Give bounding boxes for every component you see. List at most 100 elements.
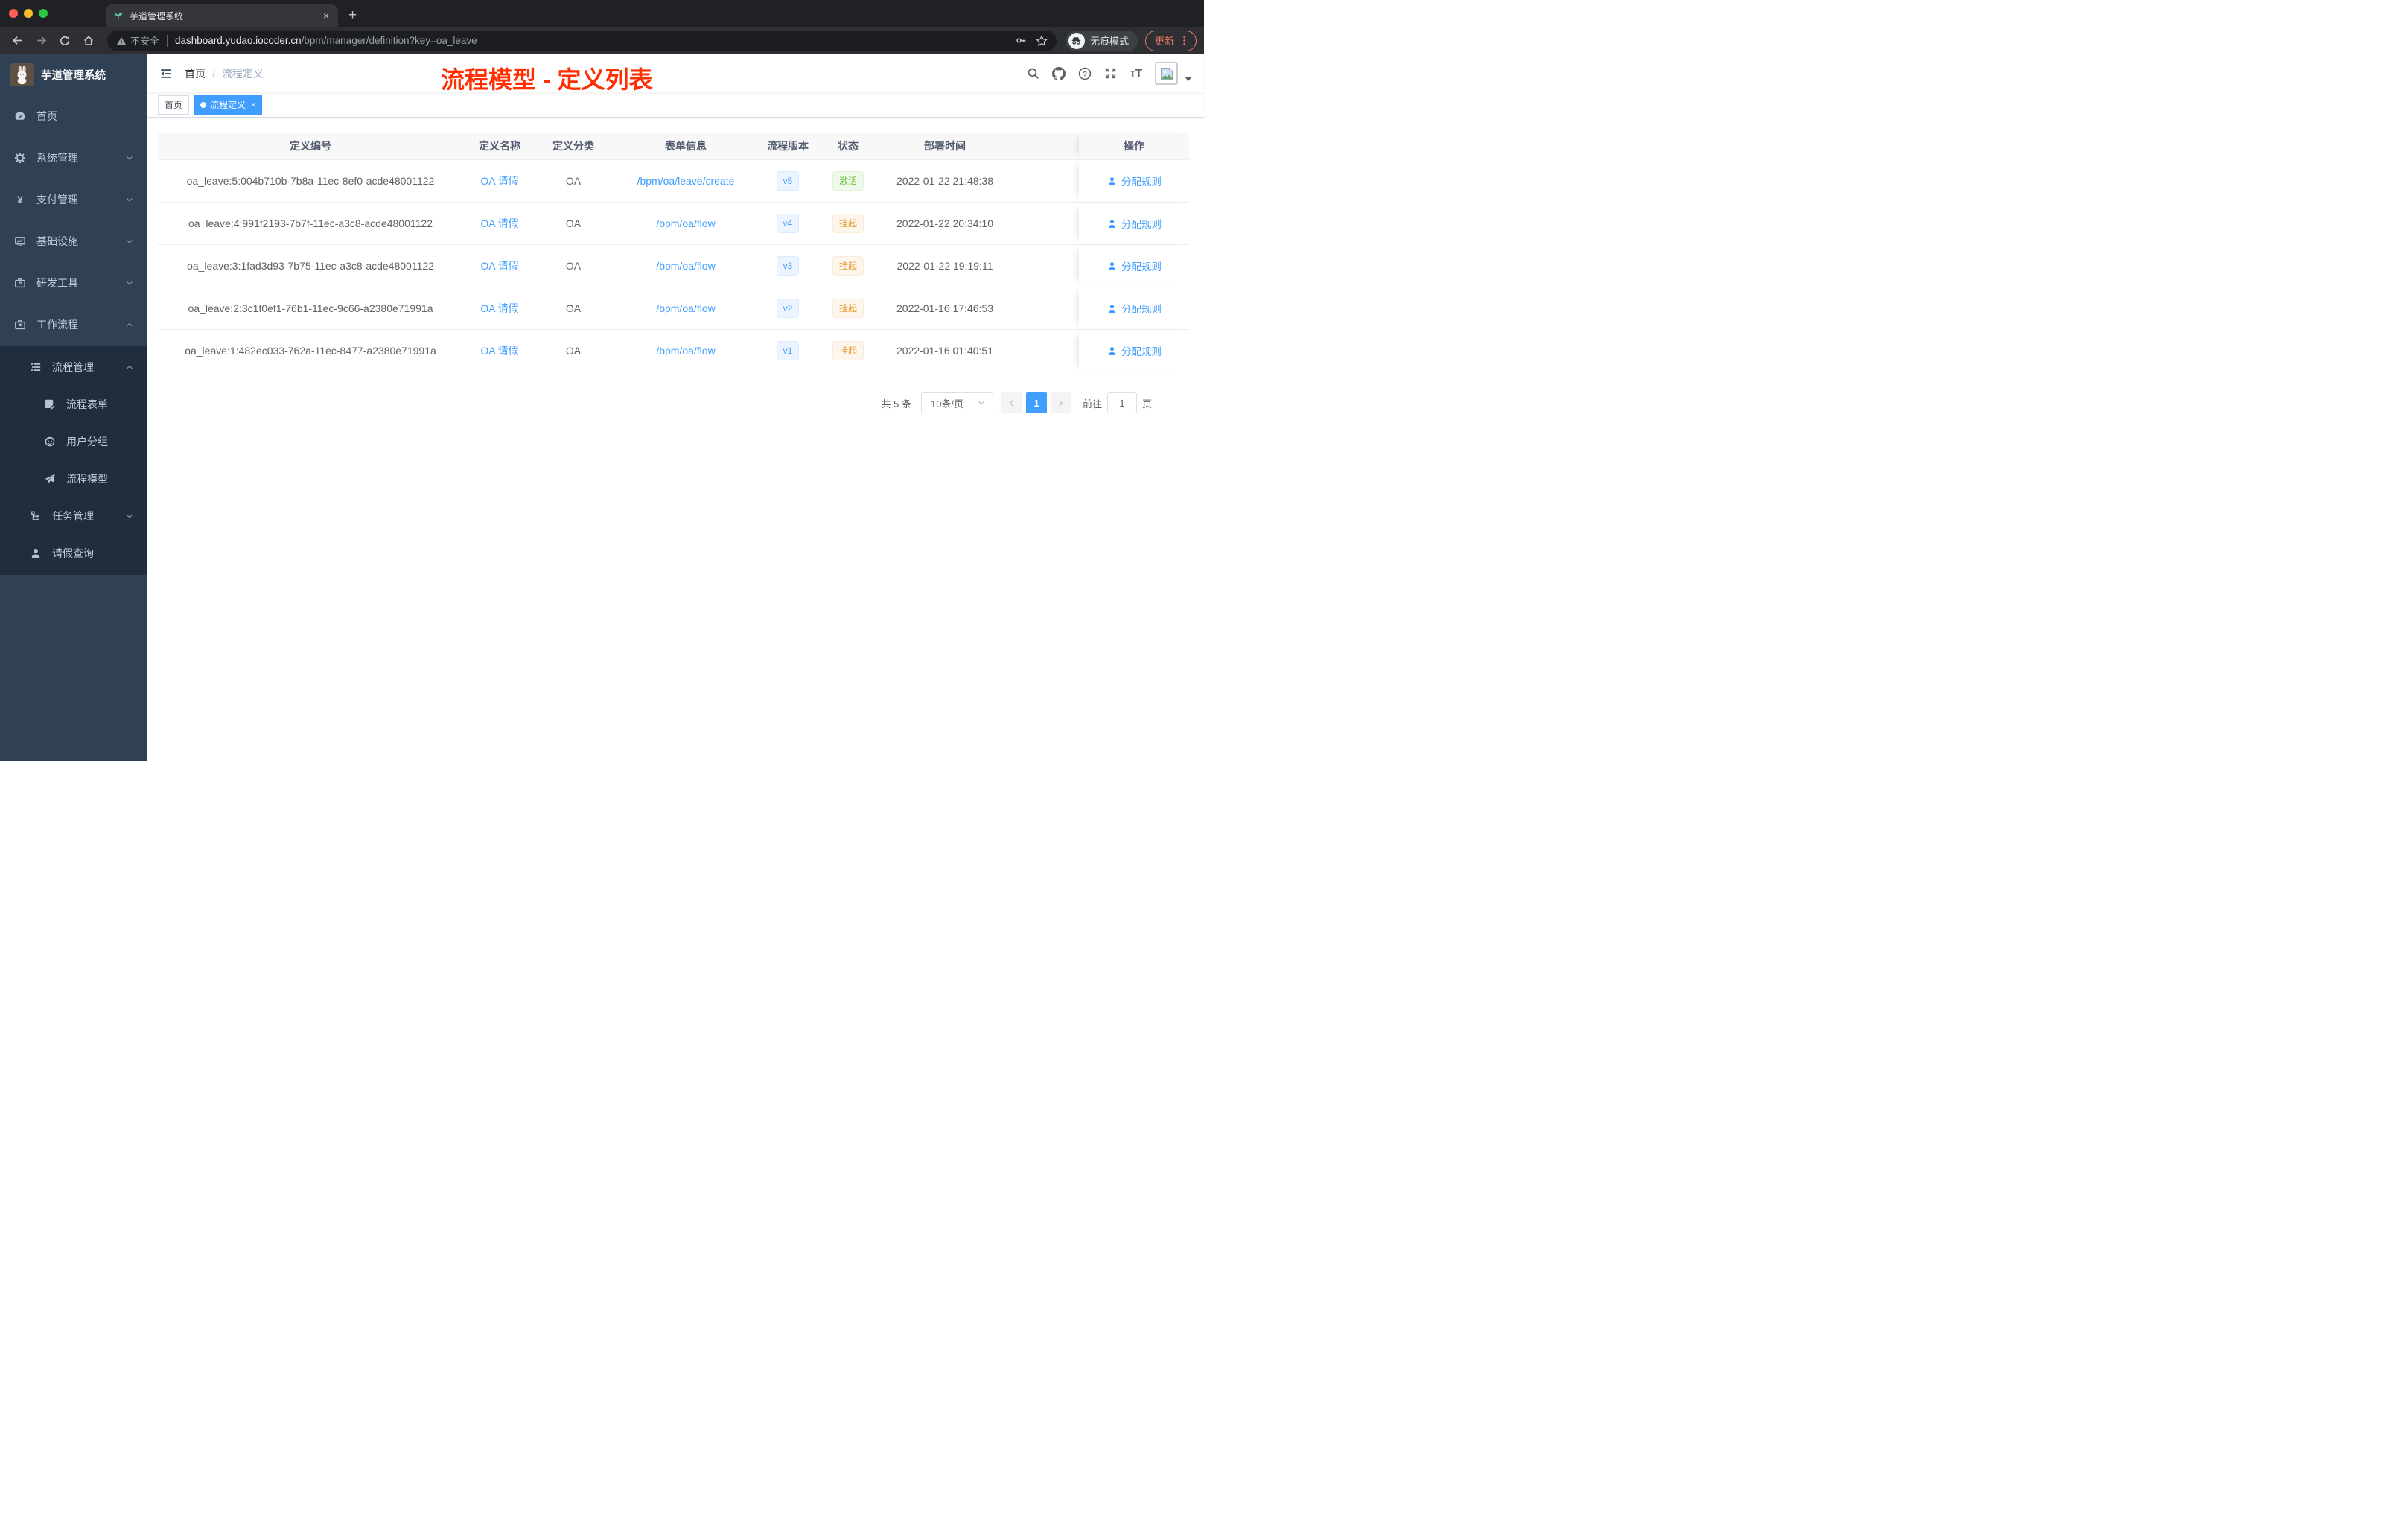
window-zoom-button[interactable] xyxy=(39,9,48,18)
assign-rule-button[interactable]: 分配规则 xyxy=(1106,343,1162,358)
cell-status: 挂起 xyxy=(815,256,882,276)
tab-title: 芋道管理系统 xyxy=(130,10,184,22)
kebab-menu-icon[interactable] xyxy=(1179,35,1190,46)
browser-tab[interactable]: 芋道管理系统 × xyxy=(106,4,338,27)
url-text[interactable]: dashboard.yudao.iocoder.cn/bpm/manager/d… xyxy=(175,35,1010,46)
sidebar-toggle-hamburger-icon[interactable] xyxy=(159,54,179,92)
sidebar-item-system-mgmt[interactable]: 系统管理 xyxy=(0,137,147,179)
tag-close-icon[interactable]: × xyxy=(251,101,255,109)
definition-name-link[interactable]: OA 请假 xyxy=(480,175,518,187)
tag-home[interactable]: 首页 xyxy=(158,95,190,115)
definition-name-link[interactable]: OA 请假 xyxy=(480,345,518,357)
cell-definition-name: OA 请假 xyxy=(463,343,536,358)
sidebar-logo[interactable]: 芋道管理系统 xyxy=(0,54,147,95)
form-info-link[interactable]: /bpm/oa/flow xyxy=(656,217,715,229)
github-icon[interactable] xyxy=(1052,66,1066,80)
cell-status: 激活 xyxy=(815,171,882,191)
cell-actions: 分配规则 xyxy=(1079,330,1189,372)
incognito-badge: 无痕模式 xyxy=(1065,30,1138,51)
search-icon[interactable] xyxy=(1027,67,1039,80)
form-info-link[interactable]: /bpm/oa/flow xyxy=(656,260,715,272)
version-badge: v3 xyxy=(776,256,800,276)
assign-rule-button[interactable]: 分配规则 xyxy=(1106,216,1162,231)
page-jumper-input[interactable] xyxy=(1106,392,1137,413)
url-host: dashboard.yudao.iocoder.cn xyxy=(175,35,302,46)
fullscreen-icon[interactable] xyxy=(1104,67,1117,80)
next-page-button[interactable] xyxy=(1050,392,1071,413)
home-button[interactable] xyxy=(79,31,98,51)
user-icon xyxy=(1106,303,1118,314)
sidebar-item-dev-tools[interactable]: 研发工具 xyxy=(0,262,147,304)
definition-name-link[interactable]: OA 请假 xyxy=(480,260,518,272)
form-info-link[interactable]: /bpm/oa/leave/create xyxy=(637,175,735,187)
cell-deploy-time: 2022-01-22 20:34:10 xyxy=(896,217,993,229)
version-badge: v5 xyxy=(776,171,800,191)
new-tab-button[interactable]: + xyxy=(338,4,367,27)
app-window: 芋道管理系统 首页 系统管理 ¥ 支付管理 基础设施 研发工具 工作流程 流程管… xyxy=(0,54,1204,761)
definition-name-link[interactable]: OA 请假 xyxy=(480,217,518,229)
monitor-icon xyxy=(14,235,26,247)
tab-close-icon[interactable]: × xyxy=(322,10,331,22)
window-controls[interactable] xyxy=(0,0,57,27)
svg-text:?: ? xyxy=(1083,70,1088,78)
sidebar-item-process-mgmt[interactable]: 流程管理 xyxy=(0,348,147,386)
back-button[interactable] xyxy=(7,31,27,51)
bookmark-star-icon[interactable] xyxy=(1036,34,1048,47)
form-info-link[interactable]: /bpm/oa/flow xyxy=(656,302,715,314)
jumper-suffix: 页 xyxy=(1141,398,1152,410)
cell-definition-name: OA 请假 xyxy=(463,301,536,316)
reload-button[interactable] xyxy=(55,31,74,51)
dashboard-icon xyxy=(14,110,26,122)
sidebar-item-process-model[interactable]: 流程模型 xyxy=(0,460,147,497)
sidebar-item-leave-query[interactable]: 请假查询 xyxy=(0,535,147,572)
broken-image-icon xyxy=(1159,66,1174,81)
window-close-button[interactable] xyxy=(9,9,18,18)
help-icon[interactable]: ? xyxy=(1078,67,1092,80)
assign-rule-button[interactable]: 分配规则 xyxy=(1106,301,1162,316)
col-header-process-version: 流程版本 xyxy=(767,140,809,152)
logo-title: 芋道管理系统 xyxy=(41,70,106,82)
sidebar-item-task-mgmt[interactable]: 任务管理 xyxy=(0,497,147,535)
sidebar-item-process-form[interactable]: 流程表单 xyxy=(0,386,147,423)
cell-form-info: /bpm/oa/flow xyxy=(611,217,761,229)
password-key-icon[interactable] xyxy=(1016,35,1027,46)
cell-actions: 分配规则 xyxy=(1079,287,1189,329)
form-info-link[interactable]: /bpm/oa/flow xyxy=(656,345,715,357)
cell-definition-category: OA xyxy=(565,175,582,187)
chrome-update-button[interactable]: 更新 xyxy=(1144,30,1197,51)
address-bar[interactable]: 不安全 dashboard.yudao.iocoder.cn/bpm/manag… xyxy=(107,30,1057,51)
prev-page-button[interactable] xyxy=(1001,392,1022,413)
sidebar-item-payment-mgmt[interactable]: ¥ 支付管理 xyxy=(0,179,147,220)
forward-button[interactable] xyxy=(31,31,51,51)
chevron-up-icon xyxy=(125,363,134,372)
tag-current[interactable]: 流程定义 × xyxy=(194,95,263,115)
status-badge: 挂起 xyxy=(832,341,864,360)
security-warning[interactable]: 不安全 xyxy=(116,34,159,48)
sidebar-item-home[interactable]: 首页 xyxy=(0,95,147,137)
form-icon xyxy=(44,398,56,410)
table-body: oa_leave:5:004b710b-7b8a-11ec-8ef0-acde4… xyxy=(158,160,1189,372)
user-icon xyxy=(30,547,42,559)
table-row: oa_leave:2:3c1f0ef1-76b1-11ec-9c66-a2380… xyxy=(158,287,1189,330)
page-number-1[interactable]: 1 xyxy=(1025,392,1047,413)
cell-form-info: /bpm/oa/flow xyxy=(611,345,761,357)
breadcrumb-home[interactable]: 首页 xyxy=(185,66,206,81)
gear-icon xyxy=(14,152,26,164)
avatar[interactable] xyxy=(1155,62,1178,85)
window-minimize-button[interactable] xyxy=(24,9,33,18)
cell-status: 挂起 xyxy=(815,299,882,318)
avatar-caret-down-icon[interactable] xyxy=(1185,76,1192,81)
select-caret-icon xyxy=(976,398,987,408)
sidebar-item-workflow[interactable]: 工作流程 xyxy=(0,304,147,346)
definition-name-link[interactable]: OA 请假 xyxy=(480,302,518,314)
assign-rule-button[interactable]: 分配规则 xyxy=(1106,258,1162,273)
tag-active-dot xyxy=(200,101,207,108)
sidebar-item-infrastructure[interactable]: 基础设施 xyxy=(0,220,147,262)
font-size-icon[interactable]: тT xyxy=(1130,67,1142,80)
url-path: /bpm/manager/definition?key=oa_leave xyxy=(301,35,477,46)
assign-rule-button[interactable]: 分配规则 xyxy=(1106,173,1162,188)
sidebar-item-user-group[interactable]: 用户分组 xyxy=(0,423,147,460)
table-row: oa_leave:5:004b710b-7b8a-11ec-8ef0-acde4… xyxy=(158,160,1189,203)
page-size-select[interactable]: 10条/页 xyxy=(920,392,993,413)
sidebar-menu: 首页 系统管理 ¥ 支付管理 基础设施 研发工具 工作流程 xyxy=(0,95,147,346)
